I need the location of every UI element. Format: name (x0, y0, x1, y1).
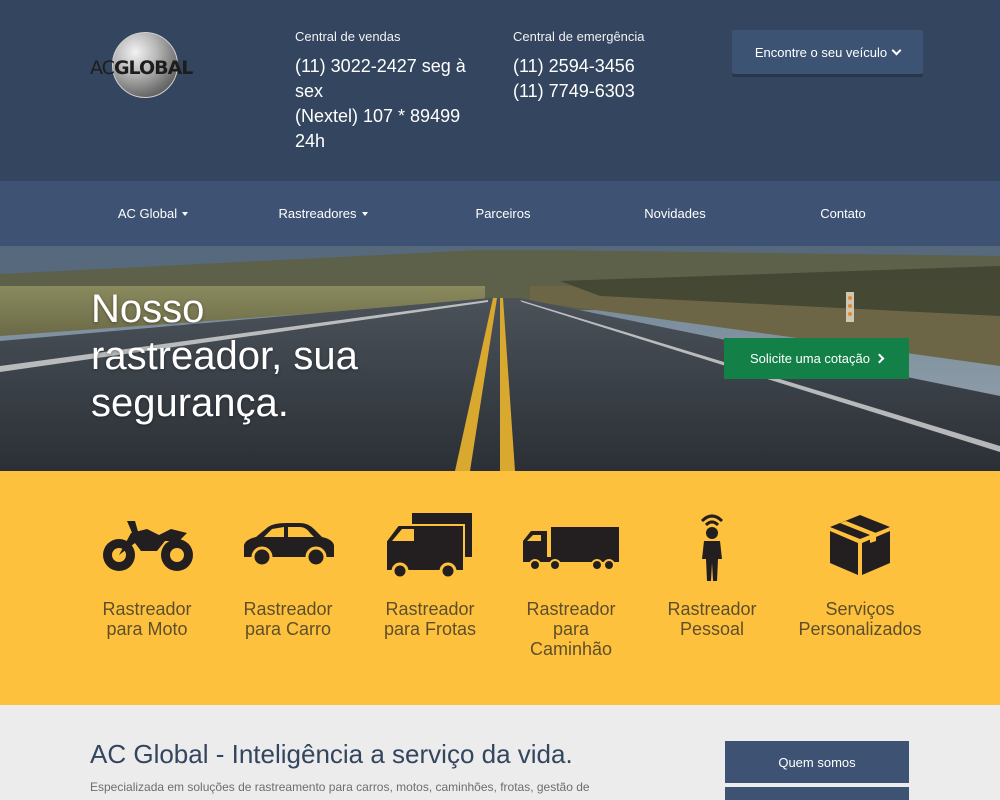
chevron-down-icon (891, 45, 902, 55)
service-pessoal[interactable]: Rastreador Pessoal (652, 511, 772, 639)
service-personalizados[interactable]: Serviços Personalizados (794, 511, 926, 639)
nav-label: Rastreadores (278, 206, 357, 221)
hero-title-line-3: segurança. (91, 381, 289, 425)
emergency-label: Central de emergência (513, 29, 645, 44)
secondary-side-button[interactable] (725, 787, 909, 800)
motorcycle-icon (103, 521, 193, 571)
logo-text: ACGLOBAL (90, 57, 193, 79)
person-signal-icon (700, 514, 724, 581)
emergency-phone-1: (11) 2594-3456 (513, 56, 635, 76)
service-label-line-1: Rastreador (243, 599, 333, 619)
about-title: AC Global - Inteligência a serviço da vi… (90, 739, 573, 769)
nav-item-rastreadores[interactable]: Rastreadores (238, 181, 408, 246)
hero-title: Nosso rastreador, sua segurança. (91, 286, 451, 427)
sales-phone-line-3: (Nextel) 107 * 89499 (295, 106, 461, 126)
service-label-line-2: para Carro (244, 619, 332, 639)
service-label-line-1: Rastreador (102, 599, 192, 619)
service-label: Rastreador para Carro (228, 599, 348, 639)
service-label-line-2: Pessoal (679, 619, 745, 639)
sales-phone-line-4: 24h (295, 131, 326, 151)
service-caminhao[interactable]: Rastreador para Caminhão (511, 511, 631, 659)
sales-phone-line-2: sex (295, 81, 324, 101)
service-label-line-1: Rastreador (667, 599, 757, 619)
service-label-line-1: Rastreador (385, 599, 475, 619)
nav-item-parceiros[interactable]: Parceiros (418, 181, 588, 246)
find-vehicle-label: Encontre o seu veículo (754, 44, 888, 60)
nav-item-contato[interactable]: Contato (758, 181, 928, 246)
ac-global-logo[interactable]: ACGLOBAL (88, 30, 193, 100)
nav-label: Parceiros (475, 206, 531, 221)
caret-down-icon (361, 211, 368, 216)
nav-label: AC Global (117, 206, 178, 221)
service-label: Rastreador para Frotas (370, 599, 490, 639)
service-label-line-3: Caminhão (529, 639, 613, 659)
service-label: Serviços Personalizados (794, 599, 926, 639)
service-label-line-1: Rastreador (526, 599, 616, 619)
service-label: Rastreador Pessoal (652, 599, 772, 639)
service-label-line-2: Personalizados (798, 619, 922, 639)
quem-somos-button[interactable]: Quem somos (725, 741, 909, 783)
logo-text-ac: AC (90, 57, 115, 79)
service-label-line-2: para Frotas (383, 619, 477, 639)
about-section: AC Global - Inteligência a serviço da vi… (0, 705, 1000, 800)
hero-banner: Nosso rastreador, sua segurança. Solicit… (0, 246, 1000, 471)
logo-text-global: GLOBAL (113, 57, 193, 79)
service-label: Rastreador para Moto (87, 599, 207, 639)
car-icon (244, 523, 334, 568)
hero-title-line-2: rastreador, sua (91, 334, 358, 378)
service-label-line-2: para (552, 619, 590, 639)
emergency-contact: Central de emergência (11) 2594-3456 (11… (513, 29, 693, 104)
about-text: Especializada em soluções de rastreament… (90, 780, 590, 794)
top-header: ACGLOBAL Central de vendas (11) 3022-242… (0, 0, 1000, 181)
main-nav: AC Global Rastreadores Parceiros Novidad… (0, 181, 1000, 246)
nav-label: Contato (820, 206, 866, 221)
chevron-right-icon (874, 353, 885, 364)
truck-icon (523, 527, 619, 571)
quem-somos-label: Quem somos (778, 754, 856, 770)
request-quote-button[interactable]: Solicite uma cotação (724, 338, 909, 379)
sales-phone-line-1: (11) 3022-2427 seg à (295, 56, 466, 76)
find-vehicle-button[interactable]: Encontre o seu veículo (732, 30, 923, 74)
service-carro[interactable]: Rastreador para Carro (228, 511, 348, 639)
nav-item-ac-global[interactable]: AC Global (68, 181, 238, 246)
service-label: Rastreador para Caminhão (511, 599, 631, 659)
service-frotas[interactable]: Rastreador para Frotas (370, 511, 490, 639)
fleet-vans-icon (385, 513, 472, 577)
nav-item-novidades[interactable]: Novidades (590, 181, 760, 246)
service-label-line-1: Serviços (825, 599, 895, 619)
nav-label: Novidades (644, 206, 706, 221)
sales-contact: Central de vendas (11) 3022-2427 seg à s… (295, 29, 480, 154)
box-icon (830, 515, 890, 575)
services-section: Rastreador para Moto Rastreador para Car… (0, 471, 1000, 705)
service-label-line-2: para Moto (106, 619, 188, 639)
request-quote-label: Solicite uma cotação (750, 351, 870, 366)
sales-label: Central de vendas (295, 29, 401, 44)
service-moto[interactable]: Rastreador para Moto (87, 511, 207, 639)
caret-down-icon (182, 211, 189, 216)
hero-title-line-1: Nosso (91, 287, 205, 331)
emergency-phone-2: (11) 7749-6303 (513, 81, 635, 101)
